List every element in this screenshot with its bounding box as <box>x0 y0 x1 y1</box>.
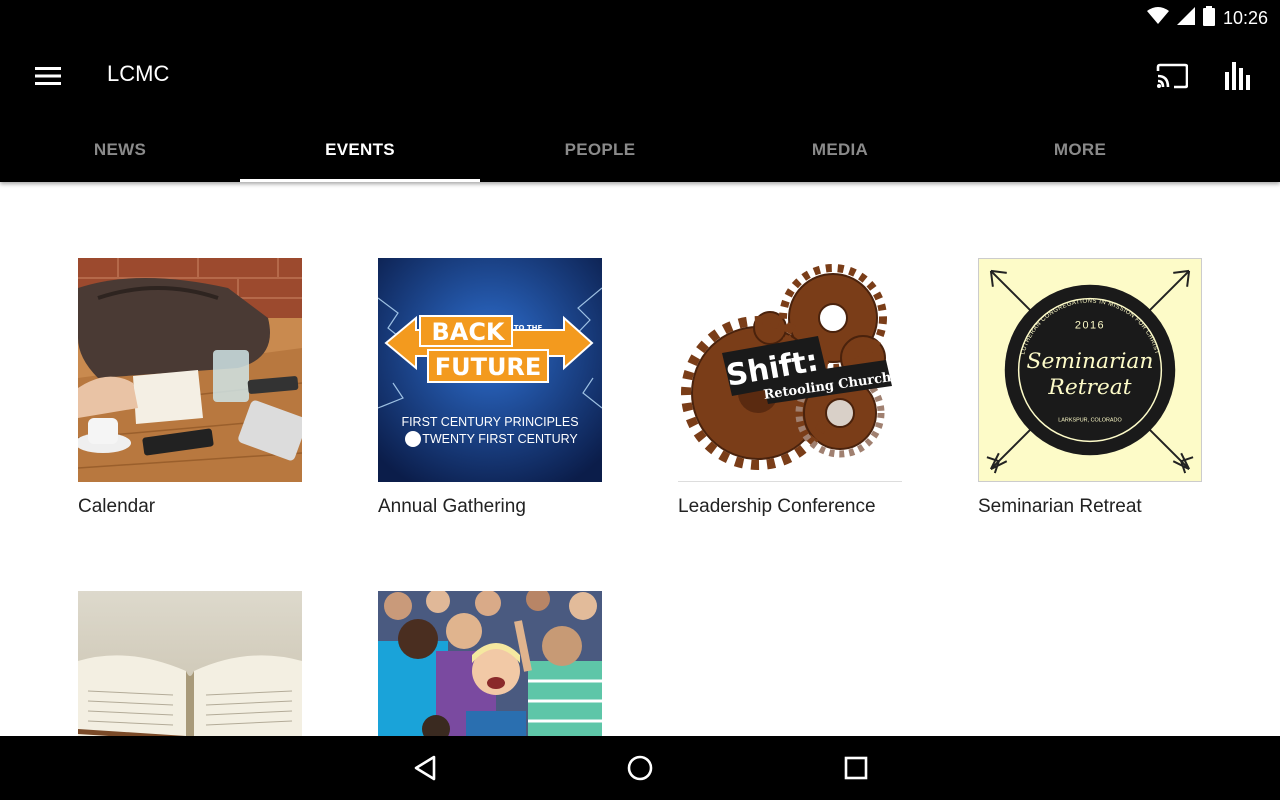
event-card-leadership-conference[interactable]: Shift: Retooling Church Leadership Confe… <box>678 258 902 518</box>
event-card-annual-gathering[interactable]: BACK TO THE FUTURE FIRST CENTURY PRINCIP… <box>378 258 602 518</box>
app-bar: LCMC <box>0 34 1280 118</box>
ag-sub1-text: FIRST CENTURY PRINCIPLES <box>401 415 578 429</box>
tab-news[interactable]: NEWS <box>0 118 240 182</box>
ag-future-text: FUTURE <box>435 353 542 381</box>
menu-icon[interactable] <box>24 56 72 96</box>
home-icon[interactable] <box>610 748 670 788</box>
annual-gathering-image: BACK TO THE FUTURE FIRST CENTURY PRINCIP… <box>378 258 602 482</box>
back-icon[interactable] <box>395 748 455 788</box>
calendar-image <box>78 258 302 482</box>
crowd-image <box>378 591 602 736</box>
system-nav-bar <box>0 736 1280 800</box>
status-bar: 10:26 <box>0 0 1280 34</box>
tab-people[interactable]: PEOPLE <box>480 118 720 182</box>
event-label: Calendar <box>78 496 156 517</box>
ag-sub2-text: TWENTY FIRST CENTURY <box>422 432 578 446</box>
tab-more[interactable]: MORE <box>960 118 1200 182</box>
event-label: Seminarian Retreat <box>978 496 1142 517</box>
event-card-seminarian-retreat[interactable]: LUTHERAN CONGREGATIONS IN MISSION FOR CH… <box>978 258 1202 518</box>
sr-line2-text: Retreat <box>1047 375 1131 400</box>
sr-year-text: 2016 <box>1075 319 1105 331</box>
recents-icon[interactable] <box>826 748 886 788</box>
leadership-conference-image: Shift: Retooling Church <box>678 258 902 482</box>
book-image <box>78 591 302 736</box>
tab-media[interactable]: MEDIA <box>720 118 960 182</box>
event-card-book[interactable] <box>78 591 302 736</box>
wifi-icon <box>1146 7 1169 30</box>
bar-chart-icon[interactable] <box>1214 54 1262 98</box>
events-grid: Calendar BACK TO THE FUTURE FIRST CENTUR… <box>0 182 1280 736</box>
status-time: 10:26 <box>1222 8 1268 28</box>
sr-line1-text: Seminarian <box>1027 349 1154 374</box>
seminarian-retreat-image: LUTHERAN CONGREGATIONS IN MISSION FOR CH… <box>978 258 1202 482</box>
event-label: Annual Gathering <box>378 496 526 517</box>
ag-back-text: BACK <box>431 318 505 346</box>
signal-icon <box>1176 7 1195 30</box>
sr-ring-bottom-text: LARKSPUR, COLORADO <box>1058 418 1121 424</box>
status-icons: 10:26 <box>1146 6 1268 31</box>
event-label: Leadership Conference <box>678 496 876 517</box>
app-title: LCMC <box>107 61 170 86</box>
tab-events[interactable]: EVENTS <box>240 118 480 182</box>
event-card-calendar[interactable]: Calendar <box>78 258 302 518</box>
tab-bar: NEWS EVENTS PEOPLE MEDIA MORE <box>0 118 1280 182</box>
cast-icon[interactable] <box>1148 54 1196 98</box>
battery-icon <box>1202 6 1215 31</box>
event-card-crowd[interactable] <box>378 591 602 736</box>
ag-to-the-text: TO THE <box>514 324 543 332</box>
